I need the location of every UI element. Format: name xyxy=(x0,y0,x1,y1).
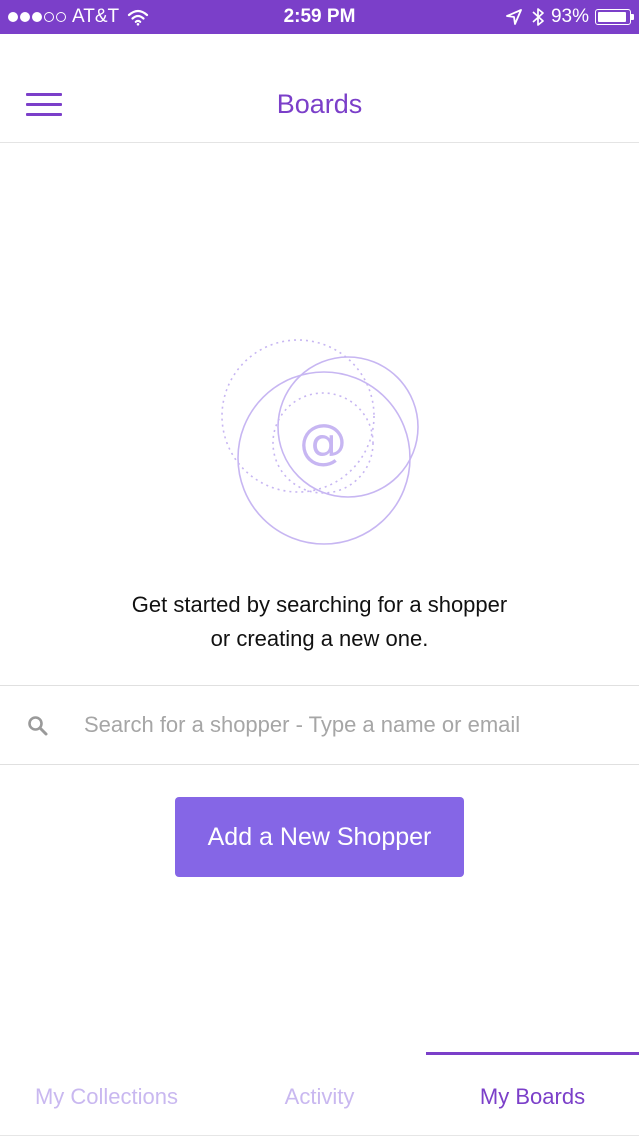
empty-state-line-2: or creating a new one. xyxy=(210,626,429,651)
location-arrow-icon xyxy=(506,9,522,25)
empty-state-message: Get started by searching for a shopper o… xyxy=(0,588,639,656)
search-bar xyxy=(0,685,639,765)
search-icon xyxy=(28,716,48,736)
battery-percent: 93% xyxy=(550,6,589,27)
tab-activity[interactable]: Activity xyxy=(213,1052,426,1136)
tab-my-collections[interactable]: My Collections xyxy=(0,1052,213,1136)
add-new-shopper-button[interactable]: Add a New Shopper xyxy=(175,797,464,877)
tab-my-boards[interactable]: My Boards xyxy=(426,1052,639,1136)
page-title: Boards xyxy=(276,89,363,119)
at-sign-icon: @ xyxy=(221,339,419,545)
status-bar: AT&T 2:59 PM 93% xyxy=(0,0,639,34)
navigation-bar: Boards xyxy=(0,34,639,143)
battery-icon xyxy=(595,9,634,25)
empty-state-line-1: Get started by searching for a shopper xyxy=(131,592,508,617)
tab-bar: My Collections Activity My Boards xyxy=(0,1052,639,1136)
bluetooth-icon xyxy=(532,8,544,26)
at-sign-glyph: @ xyxy=(299,414,347,470)
status-right: 93% xyxy=(505,6,634,28)
search-input[interactable] xyxy=(84,704,614,746)
